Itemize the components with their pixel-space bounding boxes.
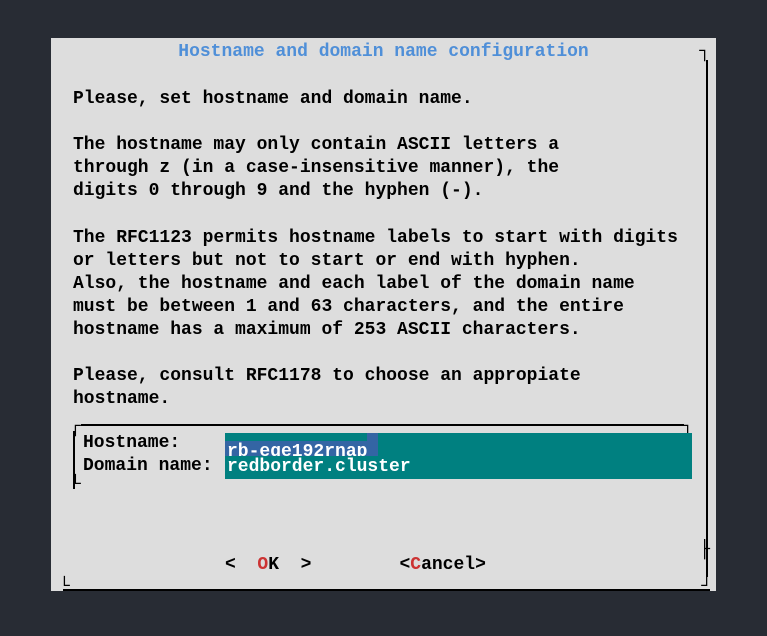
dialog-inner: Hostname and domain name configuration ┐…	[51, 38, 716, 591]
dialog-title: Hostname and domain name configuration	[51, 42, 716, 62]
border-corner-tr: ┐	[699, 42, 710, 62]
border-right	[699, 60, 710, 577]
ok-button[interactable]: < OK >	[225, 554, 311, 577]
border-notch: ├	[699, 540, 710, 560]
domain-input[interactable]: redborder.cluster	[225, 456, 692, 479]
ok-hotkey: O	[257, 555, 268, 575]
dialog-body-text: Please, set hostname and domain name. Th…	[73, 88, 692, 411]
domain-row: Domain name: redborder.cluster	[83, 456, 692, 479]
domain-value: redborder.cluster	[227, 457, 411, 477]
hostname-input[interactable]: rb-eqe192rnap	[225, 433, 692, 456]
form-box: ┌ ┐ └ Hostname: rb-eqe192rnap Domain nam…	[73, 425, 692, 487]
form-corner-tl: ┌	[70, 417, 81, 437]
text-cursor	[367, 433, 378, 456]
config-dialog: Hostname and domain name configuration ┐…	[51, 38, 716, 591]
form-border-top	[81, 424, 684, 426]
cancel-button[interactable]: <Cancel>	[399, 554, 485, 577]
border-corner-bl: └	[59, 577, 70, 597]
domain-label: Domain name:	[83, 456, 225, 479]
hostname-label: Hostname:	[83, 433, 225, 456]
hostname-row: Hostname: rb-eqe192rnap	[83, 433, 692, 456]
border-corner-br: ┘	[701, 577, 712, 597]
cancel-hotkey: C	[410, 555, 421, 575]
border-bottom	[63, 589, 710, 591]
form-corner-bl: └	[70, 475, 81, 495]
button-bar: < OK > <Cancel>	[73, 554, 692, 577]
